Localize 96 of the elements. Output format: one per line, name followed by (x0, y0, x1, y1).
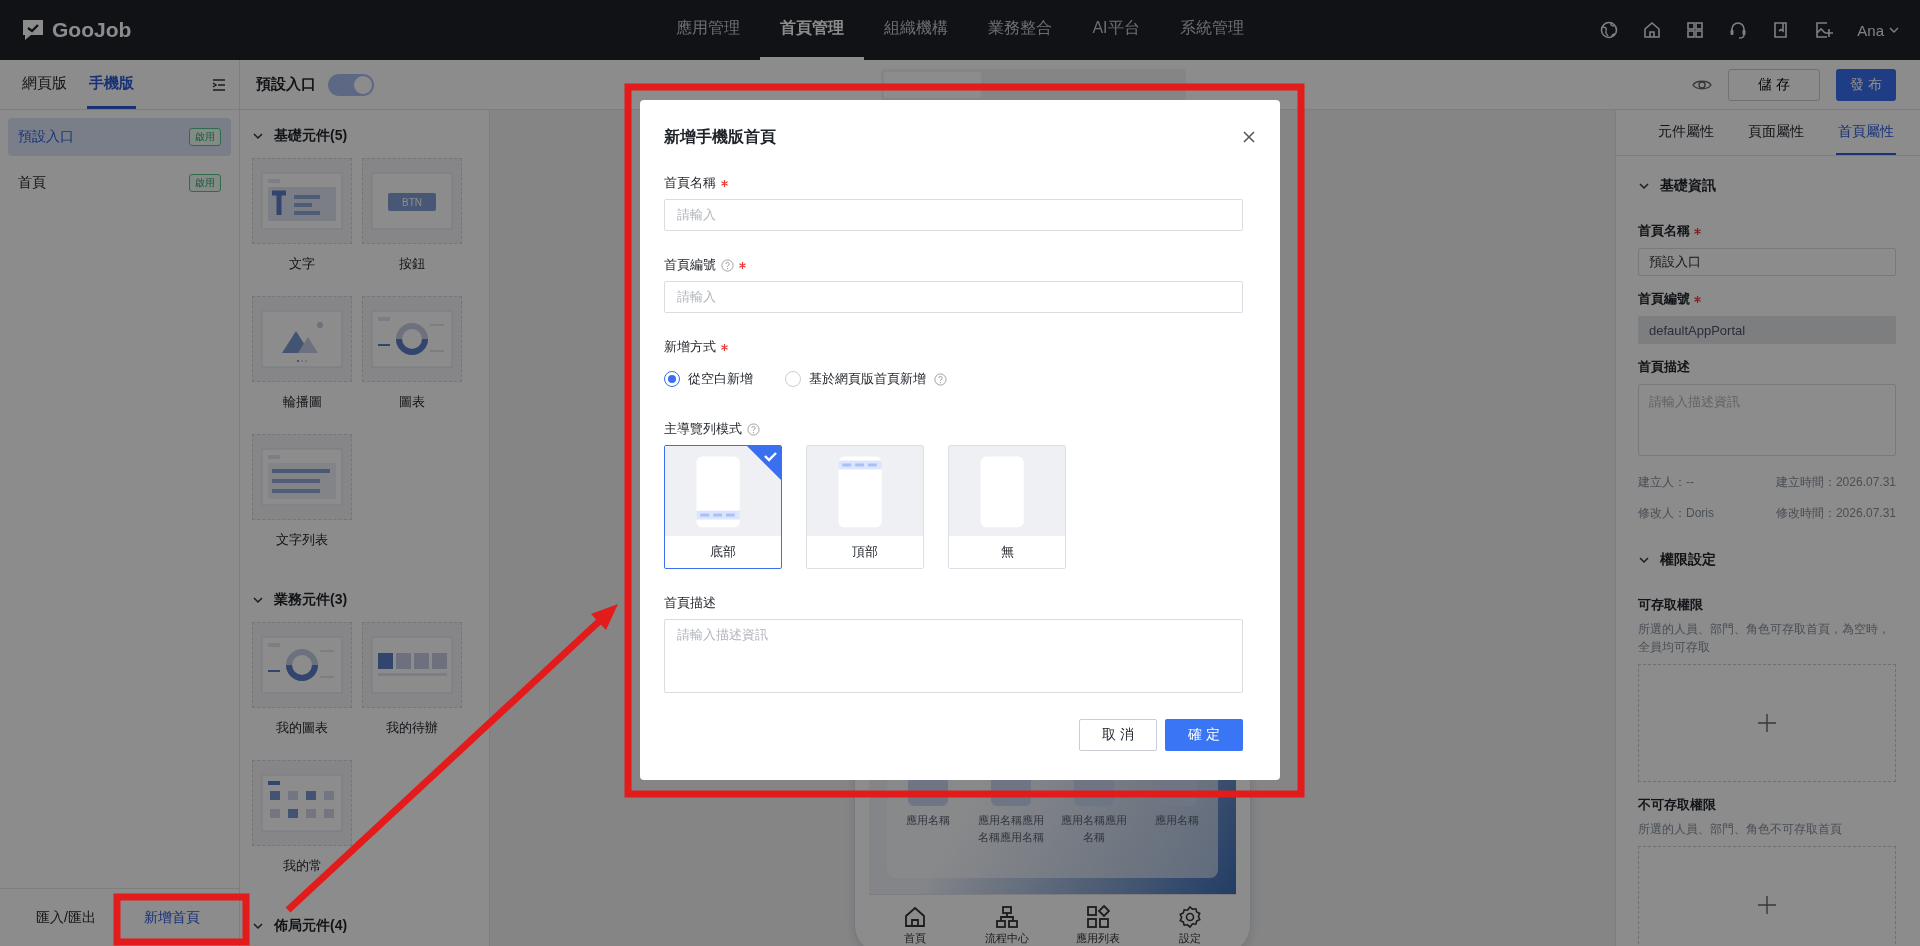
section-title: 權限設定 (1660, 551, 1716, 569)
component-label: 我的圖表 (276, 720, 328, 735)
nav-tab[interactable]: AI平台 (1072, 0, 1160, 60)
property-tab[interactable]: 頁面屬性 (1746, 110, 1806, 155)
app-label: 應用名稱應用名稱應用名稱 (977, 813, 1046, 845)
nav-mode-card[interactable]: 無 (948, 445, 1066, 569)
chevron-icon[interactable] (252, 130, 264, 142)
check-icon (747, 446, 781, 480)
chevron-icon[interactable] (1638, 180, 1650, 192)
apps-icon (1086, 905, 1111, 929)
sitemap-icon (994, 905, 1019, 929)
field-label: 首頁名稱 (1638, 222, 1690, 240)
add-page-link[interactable]: 新增首頁 (137, 907, 206, 928)
app-label: 應用名稱 (1153, 813, 1200, 828)
nav-tab[interactable]: 組織機構 (864, 0, 969, 60)
field-label: 新增方式 (664, 338, 716, 356)
import-export-link[interactable]: 匯入/匯出 (30, 907, 102, 928)
page-title: 預設入口 (256, 75, 316, 94)
field-label: 首頁編號 (664, 256, 716, 274)
nav-tab[interactable]: 應用管理 (656, 0, 761, 60)
user-menu[interactable]: Ana (1857, 21, 1900, 39)
text-field[interactable]: 預設入口 (1638, 248, 1896, 276)
cancel-button[interactable]: 取 消 (1079, 719, 1157, 751)
section-title: 佈局元件(4) (274, 917, 348, 935)
property-tab[interactable]: 元件屬性 (1656, 110, 1716, 155)
dialog-title: 新增手機版首頁 (664, 126, 776, 147)
image-icon[interactable] (1814, 20, 1835, 40)
component-card[interactable] (252, 760, 352, 846)
component-card[interactable] (362, 296, 462, 382)
nav-tab[interactable]: 系統管理 (1159, 0, 1264, 60)
app-label: 應用名稱應用名稱 (1059, 813, 1128, 845)
menu-icon[interactable] (211, 76, 227, 93)
logo-text: GooJob (52, 18, 132, 42)
field-label: 首頁名稱 (664, 174, 716, 192)
hint-text: 所選的人員、部門、角色可存取首頁，為空時，全員均可存取 (1638, 621, 1891, 656)
grid-icon[interactable] (1685, 20, 1706, 40)
publish-button[interactable]: 發 布 (1836, 68, 1896, 101)
meta-text: 建立人：-- (1638, 474, 1694, 491)
field-label: 首頁描述 (1638, 358, 1690, 376)
logo-icon (20, 18, 46, 42)
component-card[interactable] (362, 622, 462, 708)
bottom-tab[interactable]: 流程中心 (960, 905, 1053, 946)
component-label: 圖表 (399, 394, 425, 409)
component-label: 輪播圖 (282, 394, 322, 409)
confirm-button[interactable]: 確 定 (1165, 719, 1243, 751)
field-label: 不可存取權限 (1638, 796, 1716, 814)
hint-text: 所選的人員、部門、角色不可存取首頁 (1638, 821, 1843, 838)
page-item[interactable]: 首頁 啟用 (8, 164, 231, 202)
section-title: 業務元件(3) (274, 591, 348, 609)
nav-tab[interactable]: 業務整合 (968, 0, 1073, 60)
home-icon[interactable] (1642, 20, 1663, 40)
status-badge: 啟用 (189, 128, 221, 146)
component-label: 文字 (289, 256, 315, 271)
component-card[interactable] (252, 296, 352, 382)
component-label: 按鈕 (399, 256, 425, 271)
component-label: 我的待辦 (386, 720, 438, 735)
radio-option[interactable]: 從空白新增 (664, 370, 753, 388)
component-card[interactable] (252, 622, 352, 708)
mode-tab[interactable]: 手機版 (87, 60, 136, 109)
field-label: 可存取權限 (1638, 596, 1703, 614)
property-tab[interactable]: 首頁屬性 (1836, 110, 1896, 155)
bottom-tab[interactable]: 設定 (1144, 905, 1236, 946)
chevron-icon[interactable] (252, 920, 264, 932)
page-item[interactable]: 預設入口 啟用 (8, 118, 231, 156)
field-label: 主導覽列模式 (664, 420, 742, 438)
section-title: 基礎資訊 (1660, 177, 1716, 195)
meta-text: 建立時間：2026.07.31 (1775, 474, 1896, 491)
home-icon (902, 905, 927, 929)
radio-option[interactable]: 基於網頁版首頁新增 (785, 370, 947, 388)
globe-icon[interactable] (1599, 20, 1620, 40)
meta-text: 修改人：Doris (1638, 505, 1714, 522)
plus-icon (1757, 895, 1777, 915)
status-badge: 啟用 (189, 174, 221, 192)
component-preview-drawing: BTN (368, 169, 456, 233)
section-title: 基礎元件(5) (274, 127, 348, 145)
bottom-tab[interactable]: 首頁 (869, 905, 961, 946)
app-label: 應用名稱 (905, 813, 952, 828)
mode-tab[interactable]: 網頁版 (20, 60, 69, 109)
nav-mode-card[interactable]: 頂部 (806, 445, 924, 569)
plus-icon (1757, 713, 1777, 733)
page-name: 首頁 (18, 174, 46, 192)
component-label: 我的常 (282, 858, 322, 873)
component-label: 文字列表 (276, 532, 328, 547)
enable-toggle[interactable] (328, 73, 374, 96)
chevron-icon[interactable] (1638, 554, 1650, 566)
meta-text: 修改時間：2026.07.31 (1775, 505, 1896, 522)
close-button[interactable] (1242, 130, 1256, 144)
support-icon[interactable] (1728, 20, 1749, 40)
nav-mode-card[interactable]: 底部 (664, 445, 782, 569)
page-name: 預設入口 (18, 128, 74, 146)
chevron-icon[interactable] (252, 594, 264, 606)
field-label: 首頁描述 (664, 594, 716, 612)
field-label: 首頁編號 (1638, 290, 1690, 308)
save-button[interactable]: 儲 存 (1728, 68, 1820, 101)
settings-icon (1178, 905, 1203, 929)
bottom-tab[interactable]: 應用列表 (1052, 905, 1145, 946)
